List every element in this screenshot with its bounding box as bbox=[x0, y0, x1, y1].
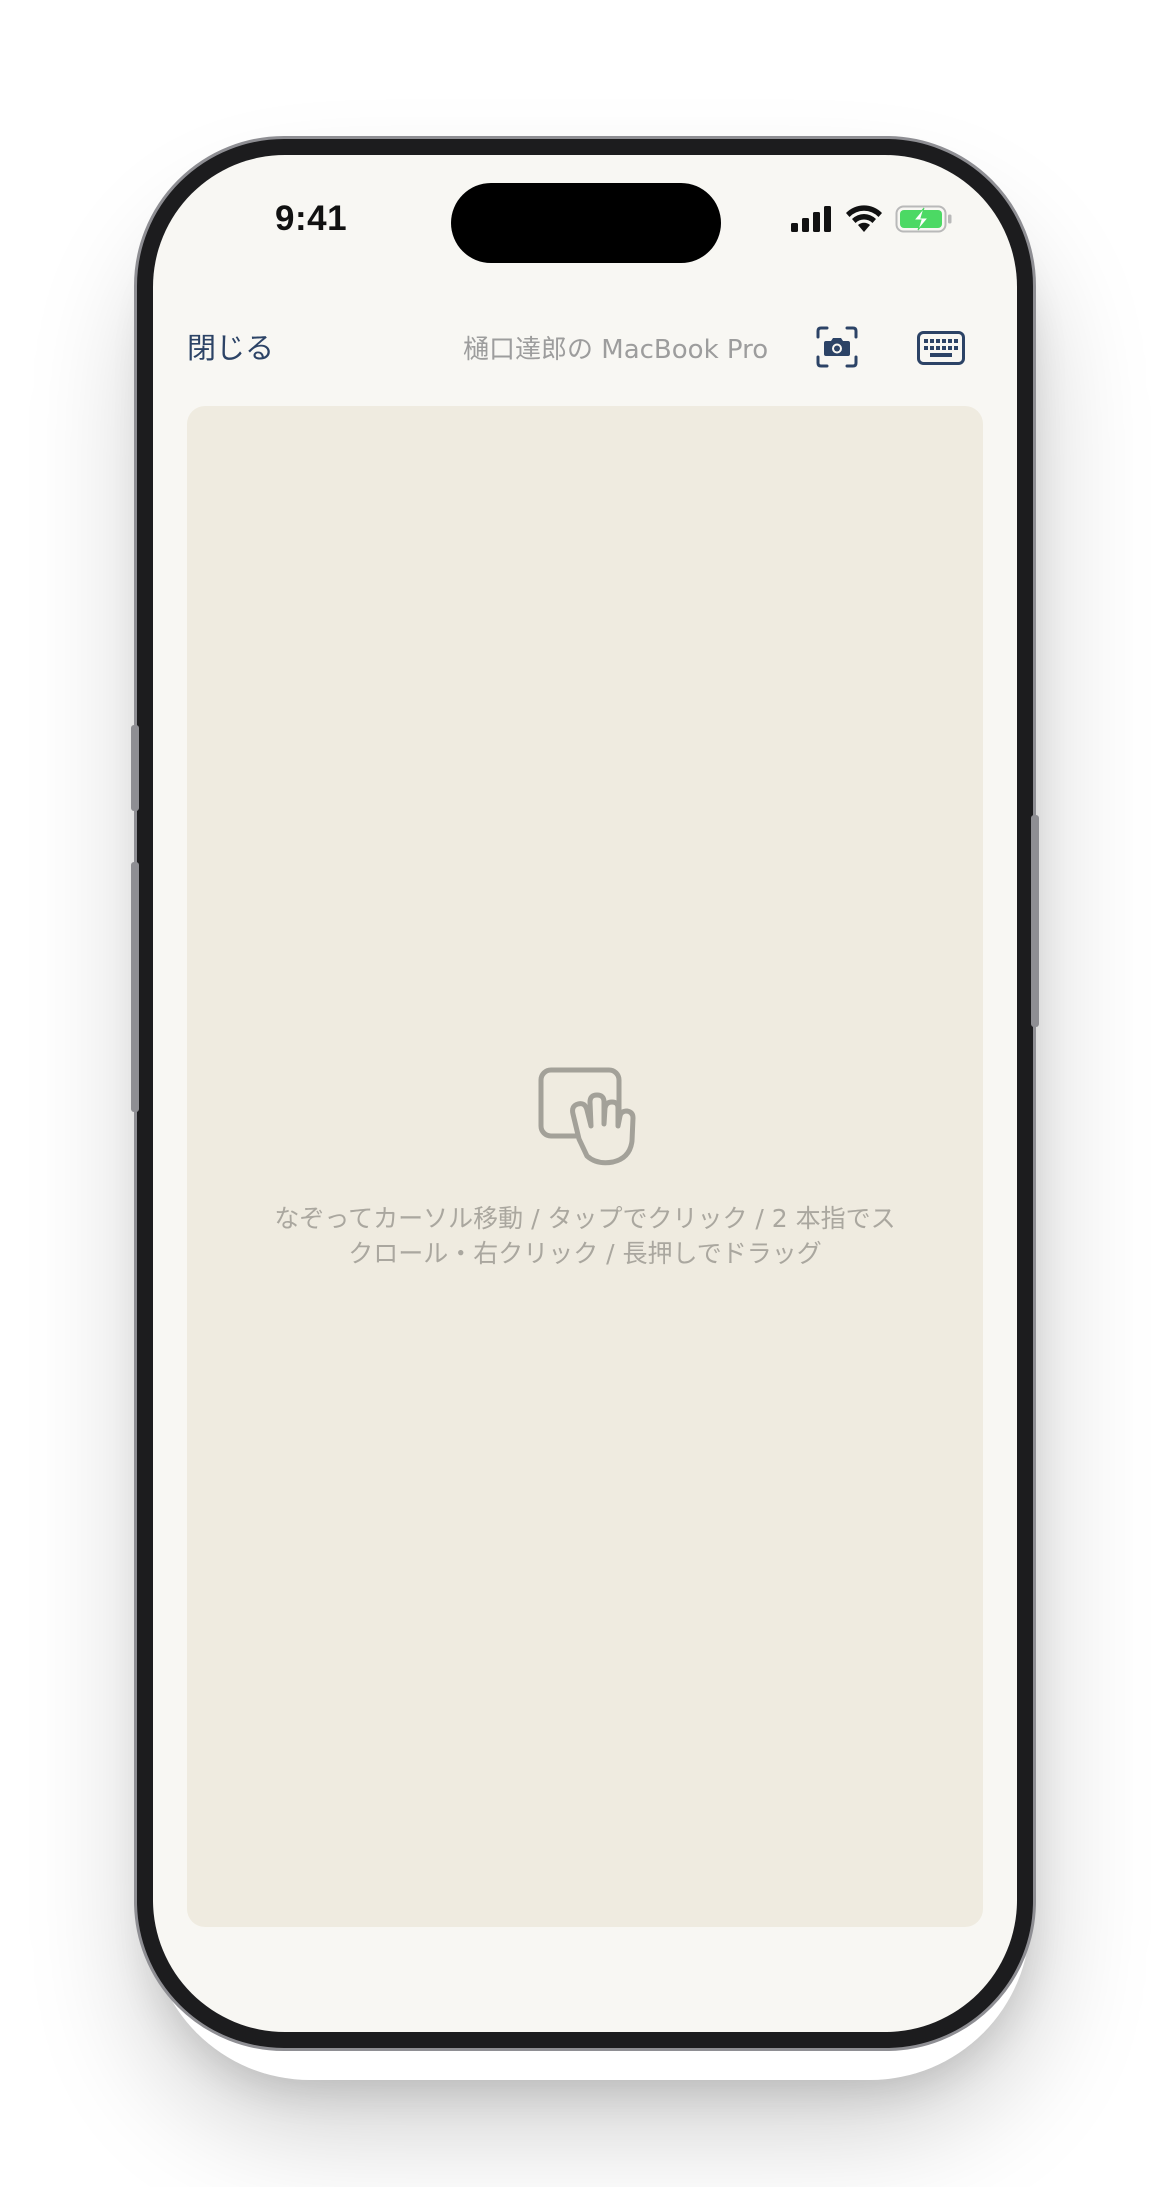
signal-icon bbox=[791, 206, 831, 232]
hint-line-2: クロール・右クリック / 長押しでドラッグ bbox=[348, 1239, 822, 1268]
wifi-icon bbox=[846, 205, 882, 232]
trackpad-gesture-icon bbox=[538, 1067, 636, 1166]
trackpad-area[interactable]: なぞってカーソル移動 / タップでクリック / 2 本指でス クロール・右クリッ… bbox=[187, 406, 983, 1927]
hint-line-1: なぞってカーソル移動 / タップでクリック / 2 本指でス bbox=[274, 1204, 896, 1233]
device-title: 樋口達郎の MacBook Pro bbox=[463, 335, 769, 365]
status-time: 9:41 bbox=[275, 199, 348, 238]
close-button[interactable]: 閉じる bbox=[187, 325, 274, 367]
screen: 9:41 閉じる 樋口達郎の MacBook Pro なぞってカーソル移動 / … bbox=[153, 155, 1017, 2032]
status-icons bbox=[791, 205, 953, 233]
trackpad-hint: なぞってカーソル移動 / タップでクリック / 2 本指でス クロール・右クリッ… bbox=[227, 1201, 943, 1271]
volume-up-button bbox=[131, 862, 139, 1112]
stage: 9:41 閉じる 樋口達郎の MacBook Pro なぞってカーソル移動 / … bbox=[0, 0, 1170, 2187]
keyboard-icon[interactable] bbox=[917, 331, 965, 365]
power-button bbox=[1031, 815, 1039, 1027]
dynamic-island bbox=[451, 183, 721, 263]
camera-icon[interactable] bbox=[815, 325, 859, 369]
action-button bbox=[131, 725, 139, 811]
battery-charging-icon bbox=[895, 205, 952, 233]
